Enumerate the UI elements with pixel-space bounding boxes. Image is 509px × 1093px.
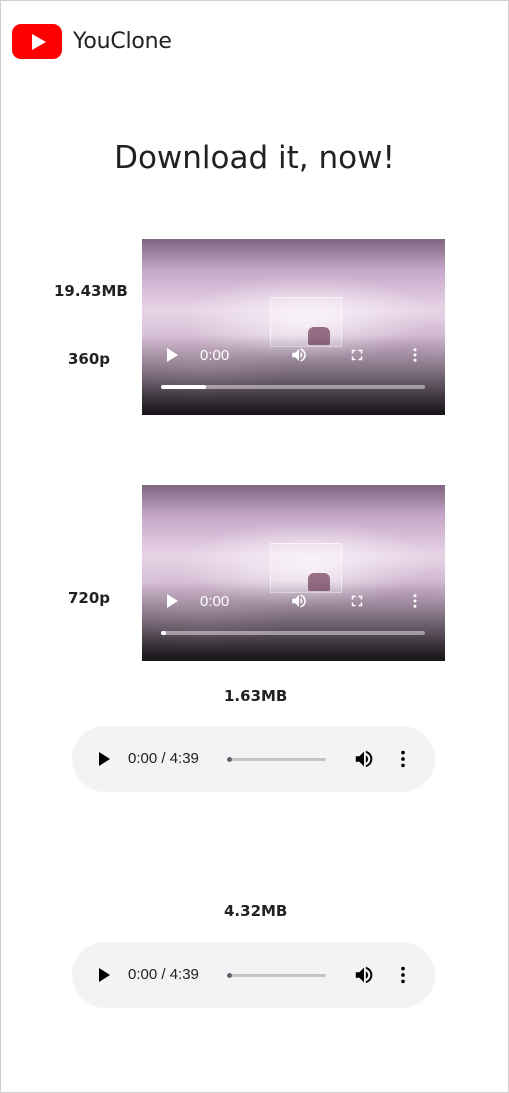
header: YouClone [12, 24, 172, 59]
audio-player-1[interactable]: 0:00 / 4:39 [72, 726, 435, 792]
brand-name[interactable]: YouClone [73, 29, 172, 54]
fullscreen-icon[interactable] [348, 592, 366, 610]
volume-icon[interactable] [353, 748, 375, 770]
video-1-size: 19.43MB [54, 282, 128, 300]
more-vert-icon[interactable] [406, 592, 424, 610]
volume-icon[interactable] [290, 592, 308, 610]
video-player-2[interactable]: 0:00 [142, 485, 445, 661]
audio-seek-bar[interactable] [227, 973, 326, 978]
video-controls: 0:00 [142, 590, 445, 612]
audio-player-2[interactable]: 0:00 / 4:39 [72, 942, 435, 1008]
play-icon[interactable] [99, 968, 110, 982]
more-vert-icon[interactable] [392, 964, 414, 986]
video-1-quality: 360p [68, 350, 111, 368]
video-time: 0:00 [200, 592, 230, 610]
video-progress-bar[interactable] [161, 385, 425, 389]
page-title: Download it, now! [114, 140, 395, 176]
volume-icon[interactable] [290, 346, 308, 364]
audio-time: 0:00 / 4:39 [128, 966, 199, 983]
fullscreen-icon[interactable] [348, 346, 366, 364]
video-player-1[interactable]: 0:00 [142, 239, 445, 415]
audio-1-size: 1.63MB [224, 687, 288, 705]
more-vert-icon[interactable] [392, 748, 414, 770]
video-time: 0:00 [200, 346, 230, 364]
seek-knob[interactable] [227, 757, 232, 762]
video-2-quality: 720p [68, 589, 111, 607]
seek-knob[interactable] [227, 973, 232, 978]
video-progress-fill [161, 631, 167, 635]
volume-icon[interactable] [353, 964, 375, 986]
audio-2-size: 4.32MB [224, 902, 288, 920]
audio-seek-bar[interactable] [227, 757, 326, 762]
video-controls: 0:00 [142, 344, 445, 366]
audio-time: 0:00 / 4:39 [128, 750, 199, 767]
play-icon[interactable] [99, 752, 110, 766]
play-icon[interactable] [167, 348, 178, 362]
play-icon[interactable] [167, 594, 178, 608]
more-vert-icon[interactable] [406, 346, 424, 364]
video-progress-bar[interactable] [161, 631, 425, 635]
play-logo-icon[interactable] [12, 24, 62, 59]
video-progress-fill [161, 385, 206, 389]
